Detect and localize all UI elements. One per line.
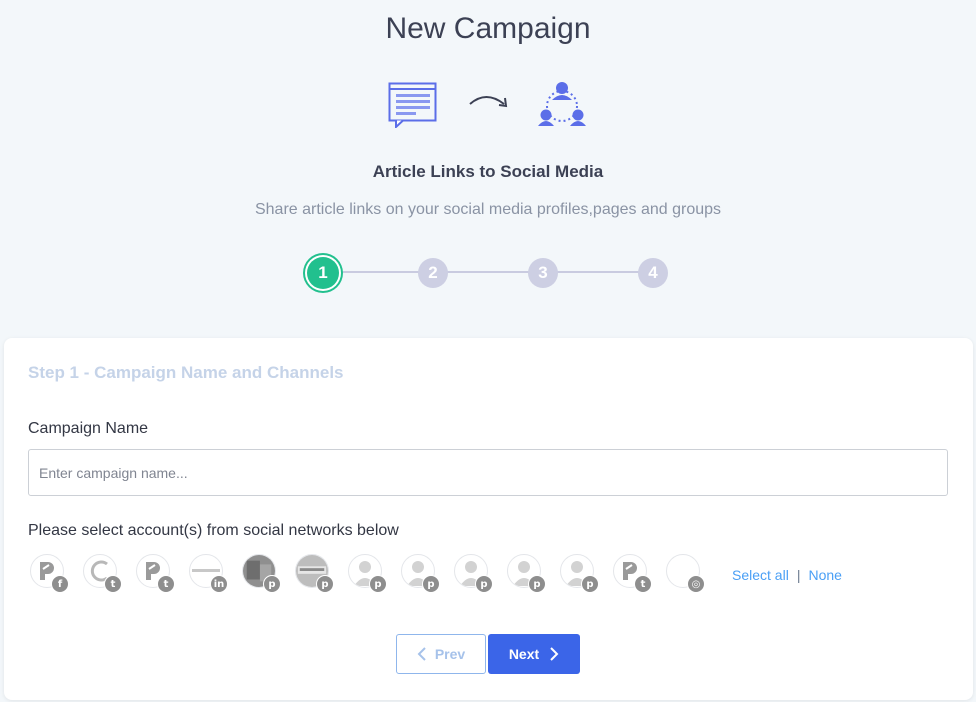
pinterest-icon: p (263, 575, 281, 593)
account-pinterest-2[interactable]: p (295, 554, 334, 593)
step-1[interactable]: 1 (307, 257, 339, 289)
step-connector (323, 271, 653, 273)
account-pinterest-6[interactable]: p (507, 554, 546, 593)
account-pinterest-3[interactable]: p (348, 554, 387, 593)
select-none-link[interactable]: None (808, 567, 841, 583)
account-twitter-2[interactable]: t (136, 554, 175, 593)
account-pinterest-4[interactable]: p (401, 554, 440, 593)
linkedin-icon: in (210, 575, 228, 593)
select-all-link[interactable]: Select all (732, 567, 789, 583)
twitter-icon: t (157, 575, 175, 593)
step-4[interactable]: 4 (638, 258, 668, 288)
step-heading: Step 1 - Campaign Name and Channels (28, 363, 344, 382)
account-instagram-1[interactable]: ◎ (666, 554, 705, 593)
campaign-name-field (28, 449, 948, 496)
article-icon (388, 82, 437, 128)
next-button[interactable]: Next (488, 634, 580, 674)
account-list: f t t in p p p p p p p t ◎ (28, 552, 728, 593)
step-progress: 1 2 3 4 (305, 256, 671, 290)
account-selection-links: Select all | None (732, 567, 842, 583)
pinterest-icon: p (581, 575, 599, 593)
account-facebook-1[interactable]: f (30, 554, 69, 593)
chevron-right-icon (550, 647, 559, 661)
account-tumblr-1[interactable]: t (613, 554, 652, 593)
page-title: New Campaign (385, 12, 591, 45)
facebook-icon: f (51, 575, 69, 593)
social-network-icon (538, 82, 586, 126)
account-pinterest-1[interactable]: p (242, 554, 281, 593)
accounts-label: Please select account(s) from social net… (28, 522, 399, 539)
pinterest-icon: p (528, 575, 546, 593)
campaign-name-input[interactable] (29, 450, 947, 495)
campaign-type-title: Article Links to Social Media (372, 162, 604, 181)
step-2[interactable]: 2 (418, 258, 448, 288)
link-separator: | (796, 567, 801, 583)
pinterest-icon: p (422, 575, 440, 593)
next-button-label: Next (508, 646, 540, 662)
pinterest-icon: p (369, 575, 387, 593)
chevron-left-icon (417, 647, 426, 661)
prev-button[interactable]: Prev (396, 634, 486, 674)
pinterest-icon: p (316, 575, 334, 593)
arrow-icon (469, 96, 508, 108)
step-3[interactable]: 3 (528, 258, 558, 288)
campaign-name-label: Campaign Name (28, 420, 149, 437)
pinterest-icon: p (475, 575, 493, 593)
account-pinterest-7[interactable]: p (560, 554, 599, 593)
twitter-icon: t (104, 575, 122, 593)
account-linkedin-1[interactable]: in (189, 554, 228, 593)
tumblr-icon: t (634, 575, 652, 593)
account-twitter-1[interactable]: t (83, 554, 122, 593)
campaign-type-description: Share article links on your social media… (254, 201, 722, 218)
flow-illustration (388, 80, 588, 128)
account-pinterest-5[interactable]: p (454, 554, 493, 593)
prev-button-label: Prev (434, 646, 466, 662)
instagram-icon: ◎ (687, 575, 705, 593)
campaign-form-card: Step 1 - Campaign Name and Channels Camp… (4, 338, 973, 700)
